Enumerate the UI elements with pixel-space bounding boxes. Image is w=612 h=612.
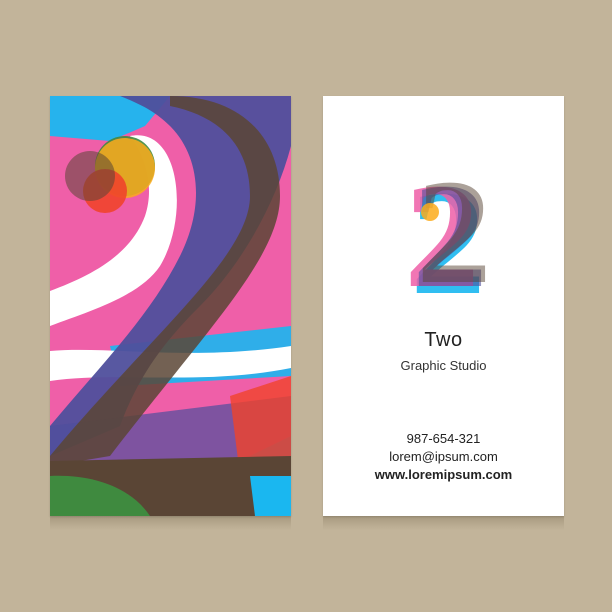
back-card-shadow bbox=[323, 516, 564, 530]
business-card-back: 2 2 2 2 Two Graphic Studio 987-654-321 l… bbox=[323, 96, 564, 516]
business-card-front bbox=[50, 96, 291, 516]
overlapping-two-artwork bbox=[50, 96, 291, 516]
front-card-shadow bbox=[50, 516, 291, 530]
company-name: Two bbox=[424, 329, 463, 351]
phone-number: 987-654-321 bbox=[406, 431, 481, 446]
company-tagline: Graphic Studio bbox=[400, 358, 487, 373]
number-two-logo: 2 2 2 2 bbox=[405, 168, 492, 308]
svg-text:2: 2 bbox=[417, 168, 492, 308]
email-address: lorem@ipsum.com bbox=[389, 449, 498, 464]
website-url: www.loremipsum.com bbox=[374, 467, 513, 482]
